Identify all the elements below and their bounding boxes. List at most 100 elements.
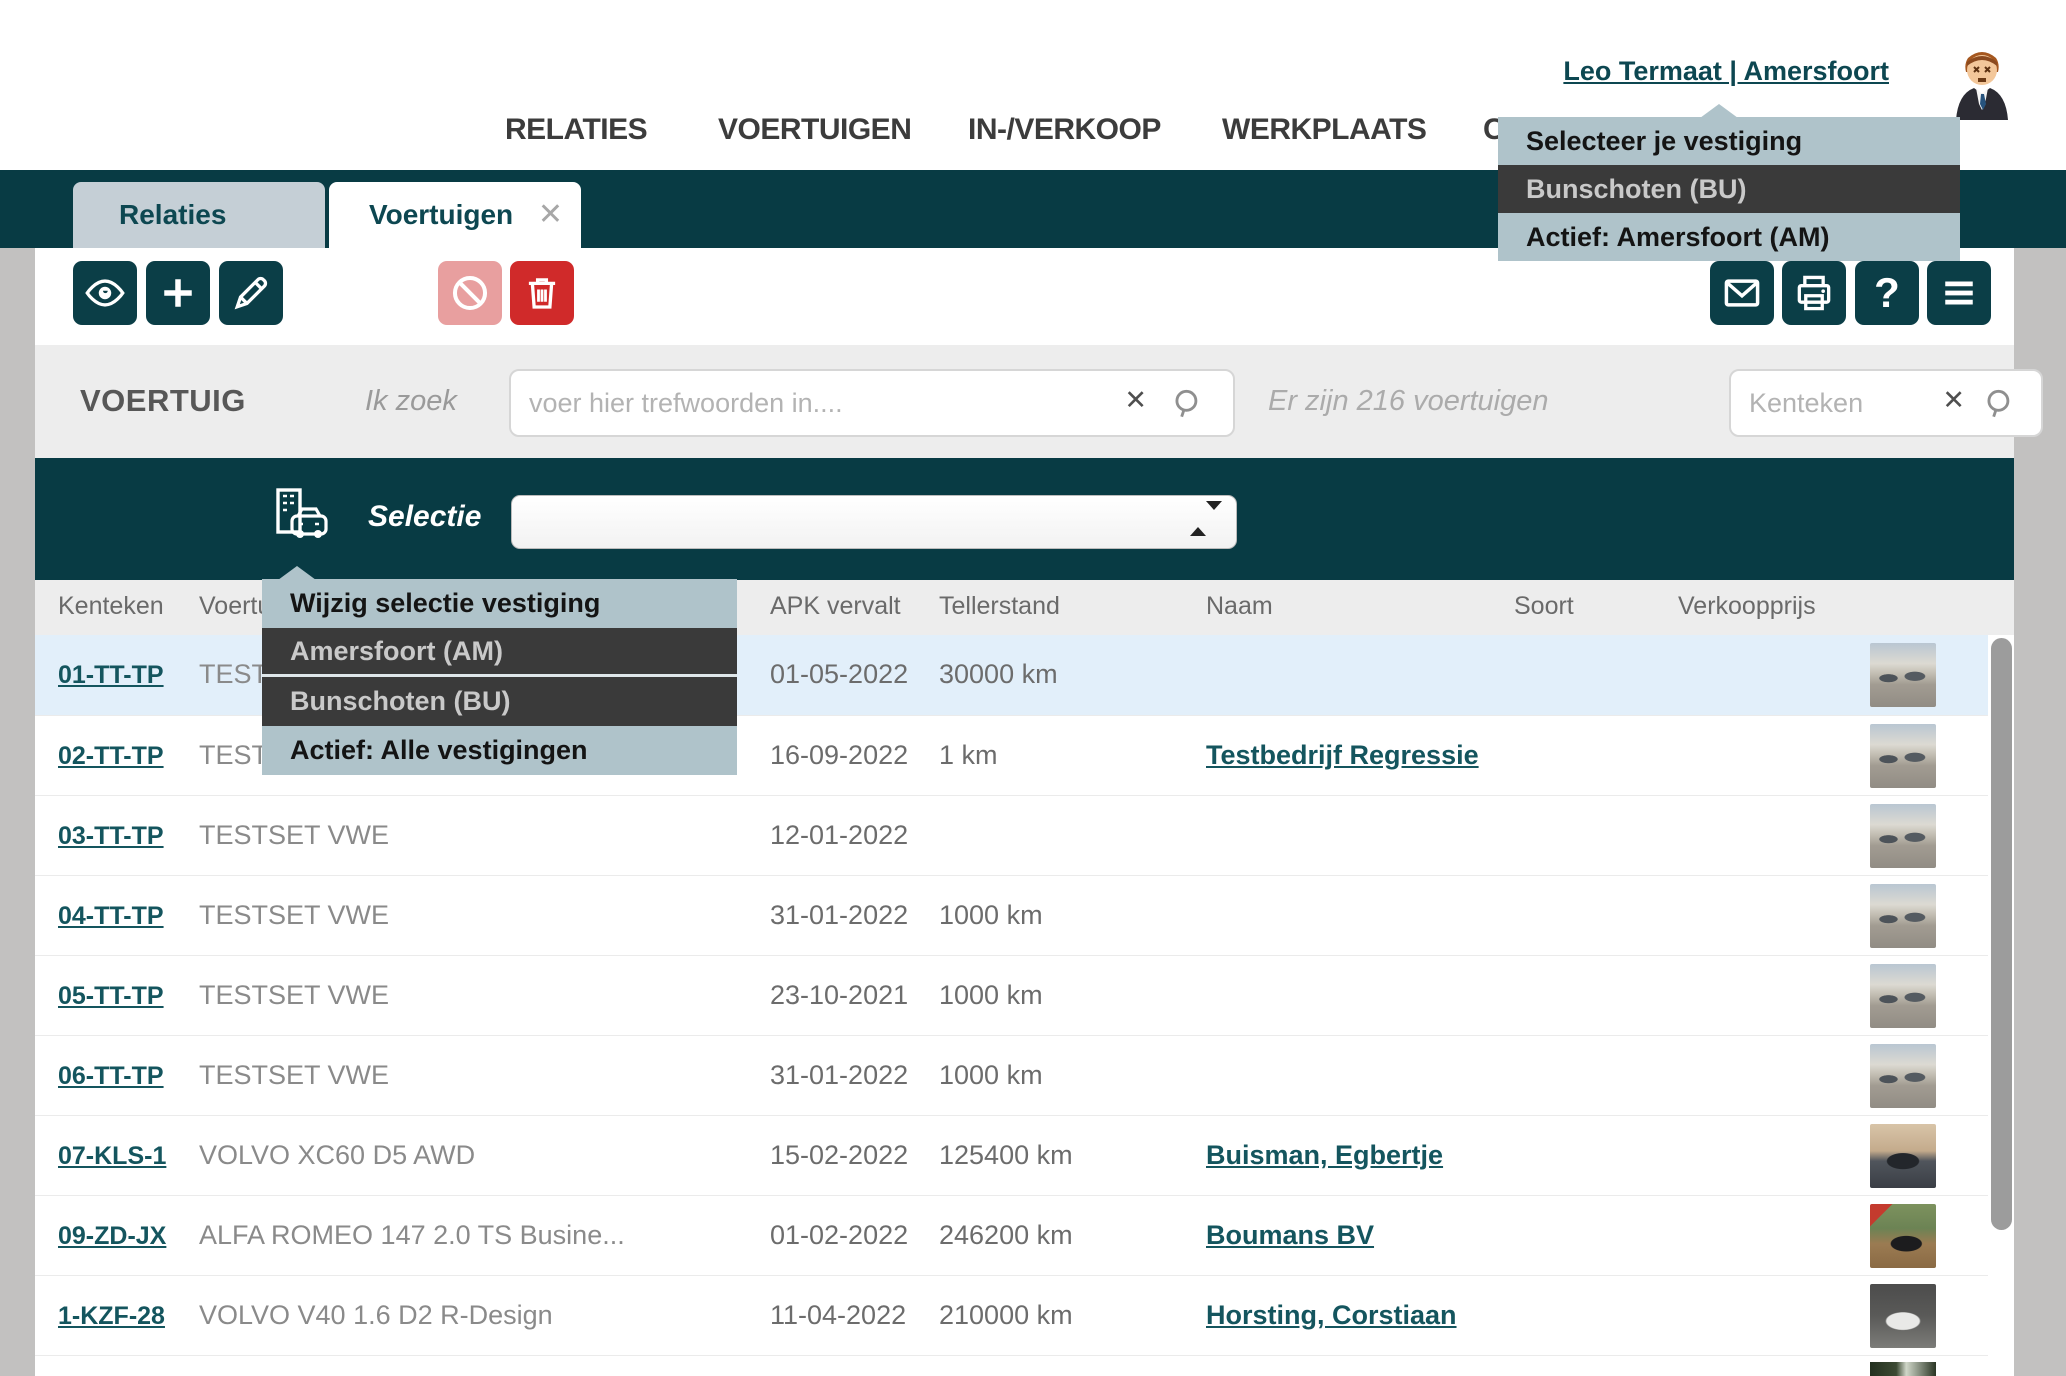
selectie-dropdown-header: Wijzig selectie vestiging xyxy=(262,579,737,628)
trash-icon xyxy=(521,272,563,314)
table-row: 1-KZF-28 VOLVO V40 1.6 D2 R-Design 11-04… xyxy=(35,1275,1988,1355)
vehicle-photo[interactable] xyxy=(1870,1044,1936,1108)
table-row: 07-KLS-1 VOLVO XC60 D5 AWD 15-02-2022 12… xyxy=(35,1115,1988,1195)
apk-date: 12-01-2022 xyxy=(770,820,908,851)
kenteken-link[interactable]: 04-TT-TP xyxy=(58,902,164,931)
tab-voertuigen-label: Voertuigen xyxy=(369,199,513,230)
apk-date: 31-01-2022 xyxy=(770,1060,908,1091)
delete-button[interactable] xyxy=(510,261,574,325)
kenteken-link[interactable]: 05-TT-TP xyxy=(58,982,164,1011)
kenteken-link[interactable]: 1-KZF-28 xyxy=(58,1302,165,1331)
mail-button[interactable] xyxy=(1710,261,1774,325)
odometer-value: 1000 km xyxy=(939,1060,1043,1091)
nav-werkplaats[interactable]: WERKPLAATS xyxy=(1222,108,1426,152)
kenteken-search-input[interactable] xyxy=(1749,371,1939,435)
kenteken-search-field: ✕ xyxy=(1729,369,2043,437)
search-icon[interactable] xyxy=(1169,385,1207,428)
selectie-select[interactable] xyxy=(511,495,1237,549)
kenteken-link[interactable]: 07-KLS-1 xyxy=(58,1142,166,1171)
menu-item-bunschoten[interactable]: Bunschoten (BU) xyxy=(262,677,737,726)
owner-link[interactable]: Boumans BV xyxy=(1206,1220,1374,1251)
keyword-search-input[interactable] xyxy=(529,371,1089,435)
owner-link[interactable]: Horsting, Corstiaan xyxy=(1206,1300,1457,1331)
block-button[interactable] xyxy=(438,261,502,325)
search-icon[interactable] xyxy=(1981,385,2019,428)
kenteken-link[interactable]: 01-TT-TP xyxy=(58,661,164,690)
vestiging-dropdown: Selecteer je vestiging Bunschoten (BU) A… xyxy=(1498,117,1960,261)
user-branch-link[interactable]: Leo Termaat | Amersfoort xyxy=(1563,56,1889,87)
menu-item-actief-alle[interactable]: Actief: Alle vestigingen xyxy=(262,726,737,775)
odometer-value: 1 km xyxy=(939,740,998,771)
vehicle-photo[interactable] xyxy=(1870,1204,1936,1268)
odometer-value: 125400 km xyxy=(939,1140,1073,1171)
col-naam: Naam xyxy=(1206,592,1273,621)
apk-date: 11-04-2022 xyxy=(770,1300,906,1331)
tab-relaties[interactable]: Relaties xyxy=(73,182,325,248)
odometer-value: 210000 km xyxy=(939,1300,1073,1331)
print-button[interactable] xyxy=(1782,261,1846,325)
hamburger-icon xyxy=(1937,271,1981,315)
nav-in-verkoop[interactable]: IN-/VERKOOP xyxy=(968,108,1161,152)
table-row: 06-TT-TP TESTSET VWE 31-01-2022 1000 km xyxy=(35,1035,1988,1115)
add-button[interactable] xyxy=(146,261,210,325)
vehicle-photo[interactable] xyxy=(1870,1284,1936,1348)
vehicle-photo xyxy=(1870,1362,1936,1376)
selectie-dropdown: Wijzig selectie vestiging Amersfoort (AM… xyxy=(262,579,737,775)
menu-item-actief-amersfoort[interactable]: Actief: Amersfoort (AM) xyxy=(1498,213,1960,261)
pencil-icon xyxy=(229,271,273,315)
close-icon[interactable]: ✕ xyxy=(538,182,563,248)
vehicle-name: TESTSET VWE xyxy=(199,820,389,851)
clear-icon[interactable]: ✕ xyxy=(1942,385,1965,416)
table-row: 04-TT-TP TESTSET VWE 31-01-2022 1000 km xyxy=(35,875,1988,955)
printer-icon xyxy=(1792,271,1836,315)
help-button[interactable]: ? xyxy=(1855,261,1919,325)
vehicle-name: TESTSET VWE xyxy=(199,980,389,1011)
apk-date: 15-02-2022 xyxy=(770,1140,908,1171)
edit-button[interactable] xyxy=(219,261,283,325)
odometer-value: 30000 km xyxy=(939,659,1058,690)
page-title: VOERTUIG xyxy=(80,383,246,419)
ban-icon xyxy=(448,271,492,315)
apk-date: 31-01-2022 xyxy=(770,900,908,931)
apk-date: 16-09-2022 xyxy=(770,740,908,771)
nav-voertuigen[interactable]: VOERTUIGEN xyxy=(718,108,911,152)
odometer-value: 1000 km xyxy=(939,900,1043,931)
view-button[interactable] xyxy=(73,261,137,325)
dropdown-caret-icon xyxy=(1700,104,1738,118)
vehicle-photo[interactable] xyxy=(1870,804,1936,868)
selectie-label: Selectie xyxy=(368,500,481,534)
vehicle-photo[interactable] xyxy=(1870,724,1936,788)
kenteken-link[interactable]: 02-TT-TP xyxy=(58,742,164,771)
question-icon: ? xyxy=(1874,269,1900,317)
tab-voertuigen[interactable]: Voertuigen ✕ xyxy=(329,182,581,248)
vehicle-photo[interactable] xyxy=(1870,884,1936,948)
col-verkoopprijs: Verkoopprijs xyxy=(1678,592,1816,621)
vehicle-photo[interactable] xyxy=(1870,1124,1936,1188)
app-page: RELATIES VOERTUIGEN IN-/VERKOOP WERKPLAA… xyxy=(0,0,2066,1376)
vestiging-dropdown-header: Selecteer je vestiging xyxy=(1498,117,1960,165)
menu-item-bunschoten[interactable]: Bunschoten (BU) xyxy=(1498,165,1960,213)
branch-vehicles-icon[interactable] xyxy=(272,486,334,553)
vehicle-name: VOLVO V40 1.6 D2 R-Design xyxy=(199,1300,553,1331)
vehicle-photo[interactable] xyxy=(1870,964,1936,1028)
owner-link[interactable]: Buisman, Egbertje xyxy=(1206,1140,1443,1171)
nav-relaties[interactable]: RELATIES xyxy=(505,108,647,152)
vertical-scrollbar[interactable] xyxy=(1991,638,2012,1230)
envelope-icon xyxy=(1720,271,1764,315)
menu-item-amersfoort[interactable]: Amersfoort (AM) xyxy=(262,628,737,677)
vehicle-name: TESTSET VWE xyxy=(199,900,389,931)
kenteken-link[interactable]: 06-TT-TP xyxy=(58,1062,164,1091)
clear-icon[interactable]: ✕ xyxy=(1124,385,1147,416)
kenteken-link[interactable]: 03-TT-TP xyxy=(58,822,164,851)
search-prompt: Ik zoek xyxy=(365,385,457,418)
vehicle-photo[interactable] xyxy=(1870,643,1936,707)
owner-link[interactable]: Testbedrijf Regressie xyxy=(1206,740,1479,771)
col-tellerstand: Tellerstand xyxy=(939,592,1060,621)
odometer-value: 246200 km xyxy=(939,1220,1073,1251)
kenteken-link[interactable]: 09-ZD-JX xyxy=(58,1222,166,1251)
user-avatar[interactable] xyxy=(1948,48,2016,122)
menu-button[interactable] xyxy=(1927,261,1991,325)
plus-icon xyxy=(156,271,200,315)
result-count: Er zijn 216 voertuigen xyxy=(1268,385,1549,418)
table-row: 03-TT-TP TESTSET VWE 12-01-2022 xyxy=(35,795,1988,875)
